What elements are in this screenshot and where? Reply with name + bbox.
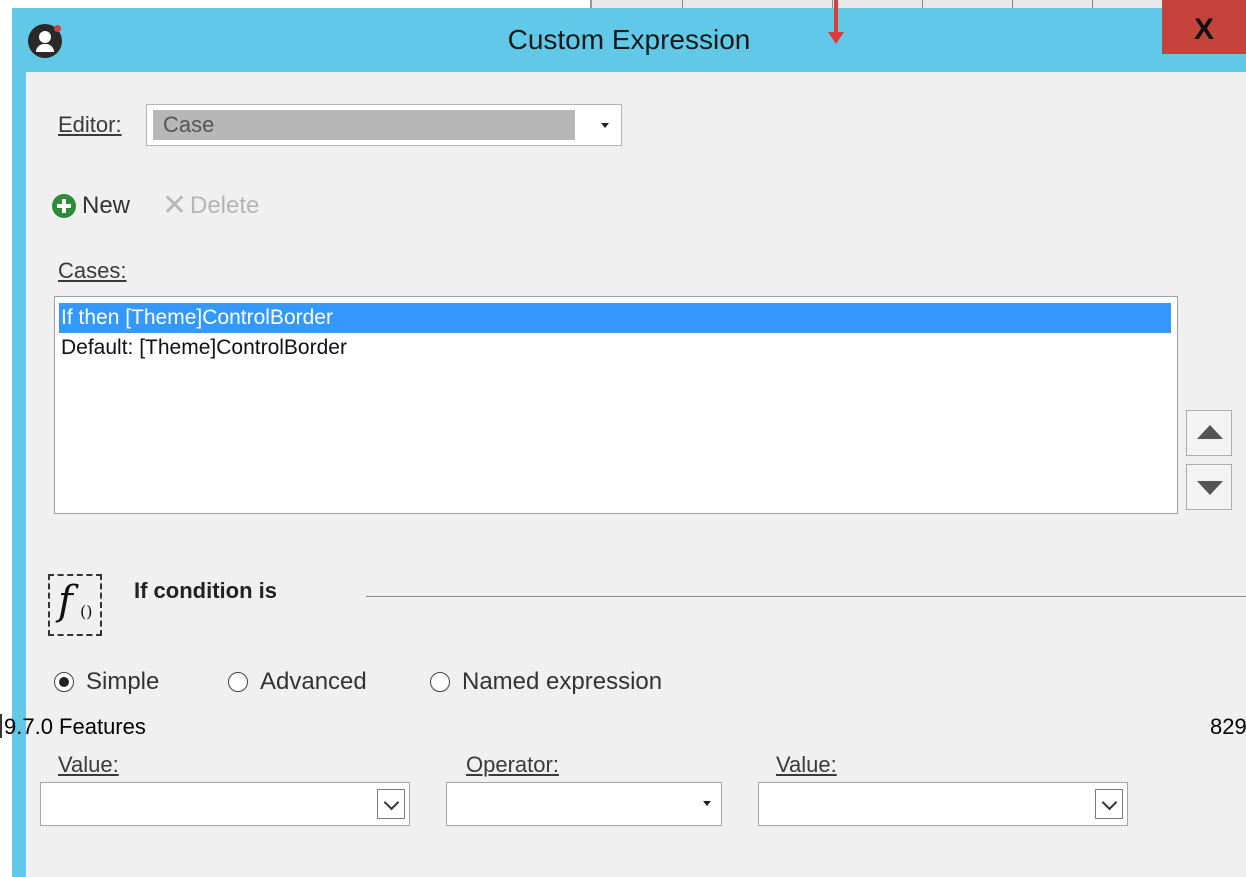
move-down-button[interactable] <box>1186 464 1232 510</box>
dropdown-arrow-icon <box>703 801 711 806</box>
radio-unchecked-icon <box>228 672 248 692</box>
new-button-label: New <box>82 192 131 219</box>
move-up-button[interactable] <box>1186 410 1232 456</box>
operator-label-text: Operator: <box>466 752 559 777</box>
footer-page-number: 829 <box>1210 714 1246 739</box>
condition-title: If condition is <box>134 578 277 603</box>
close-button[interactable]: X <box>1162 0 1246 54</box>
dialog-body: Editor: Case New ✕ Delete Cases: If then… <box>26 72 1246 877</box>
delete-x-icon: ✕ <box>162 188 188 223</box>
value-left-combo[interactable] <box>40 782 410 826</box>
value-right-combo[interactable] <box>758 782 1128 826</box>
value-left-label: Value: <box>58 752 119 778</box>
value-left-label-text: Value: <box>58 752 119 777</box>
case-item-if[interactable]: If then [Theme]ControlBorder <box>59 303 1171 333</box>
footer-section-title: 9.7.0 Features <box>4 714 146 739</box>
case-item-default[interactable]: Default: [Theme]ControlBorder <box>59 333 1171 363</box>
radio-simple-label: Simple <box>86 668 160 695</box>
add-circle-icon <box>52 194 76 218</box>
cases-label-text: Cases: <box>58 258 127 283</box>
chevron-down-icon <box>1101 794 1118 811</box>
chevron-down-icon <box>383 794 400 811</box>
operator-label: Operator: <box>466 752 559 778</box>
editor-label: Editor: <box>58 112 122 138</box>
dropdown-arrow-icon <box>601 123 609 128</box>
radio-unchecked-icon <box>430 672 450 692</box>
editor-select[interactable]: Case <box>146 104 622 146</box>
arrow-down-icon <box>1197 481 1223 495</box>
annotation-arrow-icon <box>828 0 844 44</box>
title-bar: Custom Expression X <box>12 0 1246 72</box>
value-right-label: Value: <box>776 752 837 778</box>
cases-list[interactable]: If then [Theme]ControlBorder Default: [T… <box>54 296 1178 514</box>
arrow-up-icon <box>1197 425 1223 439</box>
editor-label-text: Editor: <box>58 112 122 137</box>
value-right-dropdown-button[interactable] <box>1095 789 1123 819</box>
value-right-label-text: Value: <box>776 752 837 777</box>
cases-label: Cases: <box>58 258 126 284</box>
section-divider <box>366 596 1246 597</box>
radio-checked-icon <box>54 672 74 692</box>
operator-combo[interactable] <box>446 782 722 826</box>
function-icon: f() <box>48 574 102 636</box>
value-left-dropdown-button[interactable] <box>377 789 405 819</box>
dialog-title: Custom Expression <box>507 24 751 55</box>
radio-advanced-label: Advanced <box>260 668 367 695</box>
radio-named-expression-label: Named expression <box>462 668 663 695</box>
delete-button-label: Delete <box>190 192 260 219</box>
footer-tick <box>0 714 2 738</box>
custom-expression-dialog: Custom Expression X Editor: Case New ✕ D… <box>12 0 1246 877</box>
editor-select-value: Case <box>153 110 575 140</box>
